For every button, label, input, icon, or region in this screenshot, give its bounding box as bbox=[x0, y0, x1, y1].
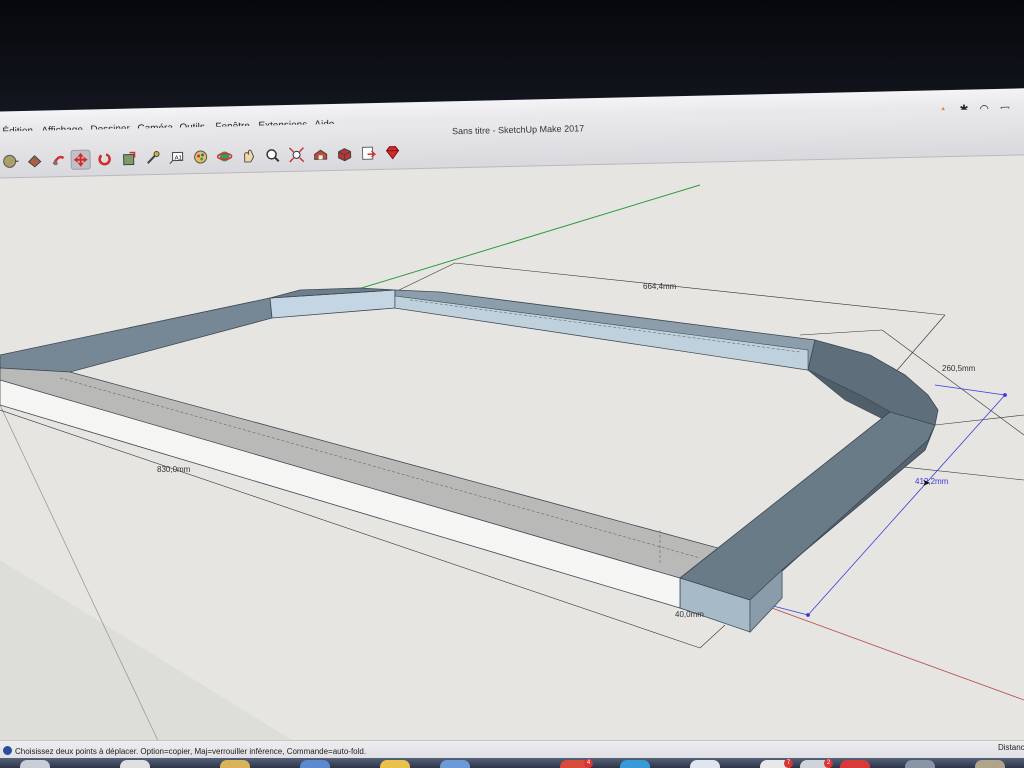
dock-app-icon[interactable] bbox=[975, 760, 1005, 768]
dock-app-icon[interactable] bbox=[20, 760, 50, 768]
dock-app-icon[interactable]: 2 bbox=[800, 759, 833, 768]
select-tool-icon[interactable] bbox=[0, 151, 20, 171]
scale-tool-icon[interactable] bbox=[118, 148, 138, 168]
dock-app-icon[interactable] bbox=[440, 760, 470, 768]
status-message: Choisissez deux points à déplacer. Optio… bbox=[15, 747, 367, 756]
dock-app-icon[interactable] bbox=[220, 760, 250, 768]
move-tool-icon[interactable] bbox=[70, 149, 91, 170]
mouse-cursor-icon: ➤ bbox=[922, 478, 931, 489]
geo-location-icon[interactable] bbox=[3, 746, 12, 755]
dimension-830-label: 830,0mm bbox=[157, 465, 191, 474]
status-bar: Choisissez deux points à déplacer. Optio… bbox=[0, 740, 1024, 759]
dimension-260-label: 260,5mm bbox=[942, 364, 976, 373]
push-pull-icon[interactable] bbox=[48, 150, 68, 170]
tape-measure-icon[interactable] bbox=[142, 148, 162, 168]
layout-icon[interactable] bbox=[358, 143, 378, 163]
macos-dock: 4 7 2 bbox=[0, 758, 1024, 768]
dock-badge: 2 bbox=[824, 759, 833, 768]
rotate-tool-icon[interactable] bbox=[94, 149, 114, 169]
dock-app-icon[interactable] bbox=[905, 760, 935, 768]
svg-text:A1: A1 bbox=[175, 155, 183, 161]
dock-app-icon[interactable]: 4 bbox=[560, 759, 593, 768]
extension-warehouse-icon[interactable] bbox=[334, 144, 354, 164]
window-title: Sans titre - SketchUp Make 2017 bbox=[451, 123, 585, 137]
warehouse-icon[interactable] bbox=[310, 144, 330, 164]
zoom-extents-icon[interactable] bbox=[286, 145, 306, 165]
dock-app-icon[interactable] bbox=[690, 760, 720, 768]
pan-icon[interactable] bbox=[238, 146, 258, 166]
dock-app-icon[interactable] bbox=[300, 760, 330, 768]
dimension-40-label: 40,0mm bbox=[675, 610, 704, 619]
dock-app-icon[interactable] bbox=[380, 760, 410, 768]
dock-app-icon[interactable] bbox=[620, 760, 650, 768]
dock-badge: 4 bbox=[584, 759, 593, 768]
text-tool-icon[interactable]: A1 bbox=[166, 147, 186, 167]
orbit-icon[interactable] bbox=[214, 146, 234, 166]
paint-icon[interactable] bbox=[190, 147, 210, 167]
dock-app-icon[interactable] bbox=[840, 760, 870, 768]
dimension-664-label: 664,4mm bbox=[643, 282, 677, 291]
ruby-icon[interactable] bbox=[382, 142, 402, 162]
dock-app-icon[interactable]: 7 bbox=[760, 759, 793, 768]
photographed-screen: 664,4mm 260,5mm 830,0mm 40,0mm 412,2mm ➤… bbox=[0, 0, 1024, 768]
dimension-412-label: 412,2mm bbox=[915, 477, 949, 486]
measurements-label: Distance bbox=[998, 743, 1024, 752]
zoom-icon[interactable] bbox=[262, 145, 282, 165]
dock-app-icon[interactable] bbox=[120, 760, 150, 768]
dock-badge: 7 bbox=[784, 759, 793, 768]
paint-bucket-icon[interactable] bbox=[24, 151, 44, 171]
